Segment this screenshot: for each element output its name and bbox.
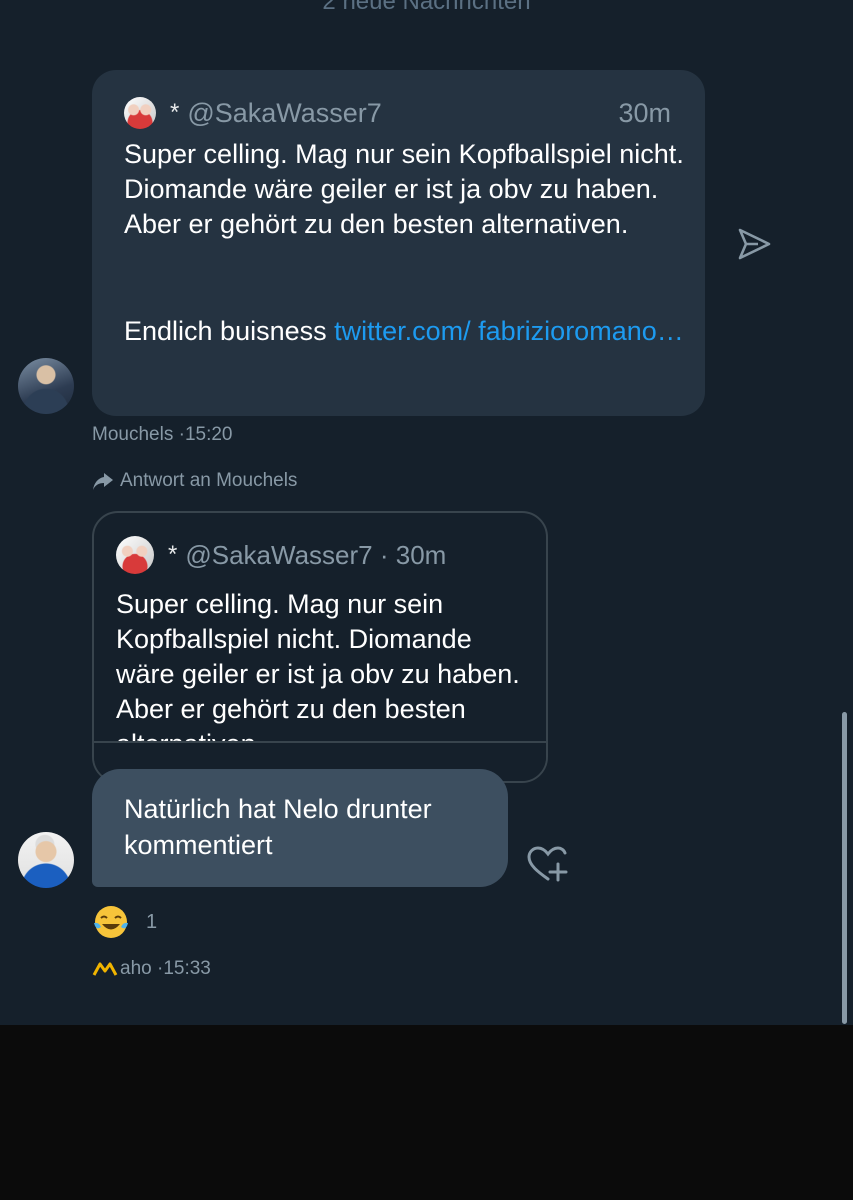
user-badge-icon <box>92 962 118 976</box>
add-reaction-heart-icon[interactable] <box>526 845 570 885</box>
message-text: Natürlich hat Nelo drunter kommentiert <box>124 794 432 860</box>
quoted-tweet-header: * @SakaWasser7 · 30m <box>116 536 447 574</box>
message-time: 15:33 <box>163 958 211 979</box>
scrollbar[interactable] <box>842 712 847 1024</box>
quoted-tweet-header: * @SakaWasser7 <box>124 96 382 130</box>
message-text-prefix: Endlich buisness <box>124 316 335 346</box>
quoted-avatar <box>116 536 154 574</box>
message-meta: Mouchels ·15:20 <box>92 424 232 446</box>
share-send-icon[interactable] <box>736 226 772 262</box>
sender-name: aho <box>120 958 152 979</box>
quoted-display-name: * <box>170 99 180 126</box>
chat-area: 2 neue Nachrichten * @SakaWasser7 30m Su… <box>0 0 853 1025</box>
message-meta: aho · 15:33 <box>92 958 211 980</box>
reply-label: Antwort an Mouchels <box>120 470 298 491</box>
reaction-count: 1 <box>146 910 158 933</box>
quoted-time: 30m <box>618 98 671 128</box>
avatar[interactable] <box>18 832 74 888</box>
quoted-handle: @SakaWasser7 <box>185 539 373 570</box>
message-text: Super celling. Mag nur sein Kopfballspie… <box>124 139 684 239</box>
message-time: 15:20 <box>184 424 233 445</box>
quoted-handle: @SakaWasser7 <box>187 97 382 128</box>
message-bubble[interactable]: Natürlich hat Nelo drunter kommentiert <box>92 769 508 887</box>
sender-name: Mouchels <box>92 424 174 445</box>
meta-separator: · <box>151 958 164 979</box>
reply-context: Antwort an Mouchels <box>92 470 297 492</box>
reaction-summary[interactable]: 1 <box>92 903 157 941</box>
quoted-tweet-card[interactable]: * @SakaWasser7 · 30m Super celling. Mag … <box>92 511 548 783</box>
reply-arrow-icon <box>93 473 113 490</box>
quoted-display-name: * <box>168 541 178 568</box>
quoted-avatar <box>124 97 156 129</box>
meta-separator: · <box>372 539 396 570</box>
tweet-link[interactable]: twitter.com/ fabrizioromano… <box>334 316 684 346</box>
new-messages-banner[interactable]: 2 neue Nachrichten <box>0 0 853 16</box>
avatar[interactable] <box>18 358 74 414</box>
message-bubble[interactable]: * @SakaWasser7 30m Super celling. Mag nu… <box>92 70 705 416</box>
quoted-time: 30m <box>395 539 447 570</box>
message-text-link-line: Endlich buisness twitter.com/ fabrizioro… <box>124 314 684 349</box>
face-with-tears-of-joy-icon <box>94 906 128 938</box>
quoted-tweet-text: Super celling. Mag nur sein Kopfballspie… <box>116 589 520 759</box>
